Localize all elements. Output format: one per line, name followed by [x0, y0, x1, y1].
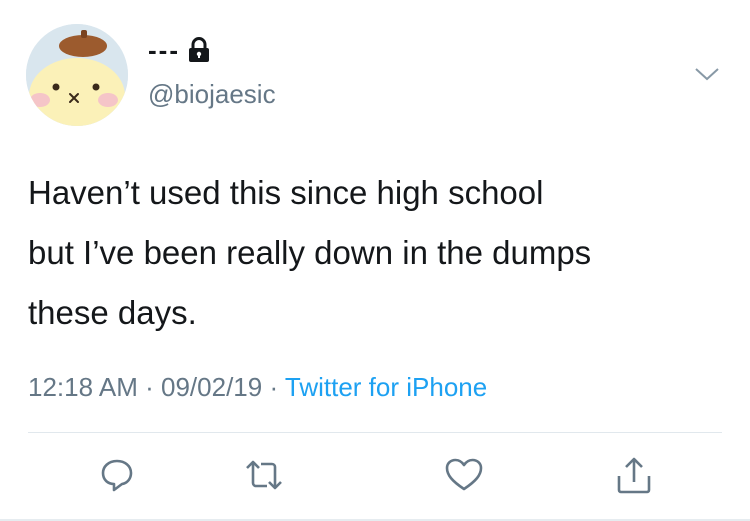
reply-button[interactable] [94, 454, 140, 500]
chevron-down-icon[interactable] [693, 64, 721, 84]
display-name[interactable]: --- [148, 37, 210, 63]
lock-icon [188, 37, 210, 63]
retweet-button[interactable] [241, 454, 287, 500]
share-icon [614, 454, 654, 501]
retweet-icon [242, 455, 286, 500]
meta-separator: · [145, 372, 154, 402]
user-handle[interactable]: @biojaesic [148, 80, 276, 109]
avatar[interactable] [26, 24, 128, 126]
tweet-date: 09/02/19 [161, 372, 263, 402]
like-button[interactable] [441, 454, 487, 500]
tweet-text: Haven’t used this since high school but … [28, 174, 592, 331]
divider [28, 432, 722, 433]
heart-icon [443, 455, 485, 500]
reply-icon [97, 455, 137, 500]
tweet-source-link[interactable]: Twitter for iPhone [285, 372, 487, 402]
share-button[interactable] [611, 454, 657, 500]
meta-separator: · [269, 372, 279, 402]
tweet-time: 12:18 AM [28, 372, 138, 402]
action-bar [0, 450, 750, 510]
tweet-meta: 12:18 AM · 09/02/19 · Twitter for iPhone [28, 372, 487, 403]
display-name-text: --- [148, 35, 180, 65]
